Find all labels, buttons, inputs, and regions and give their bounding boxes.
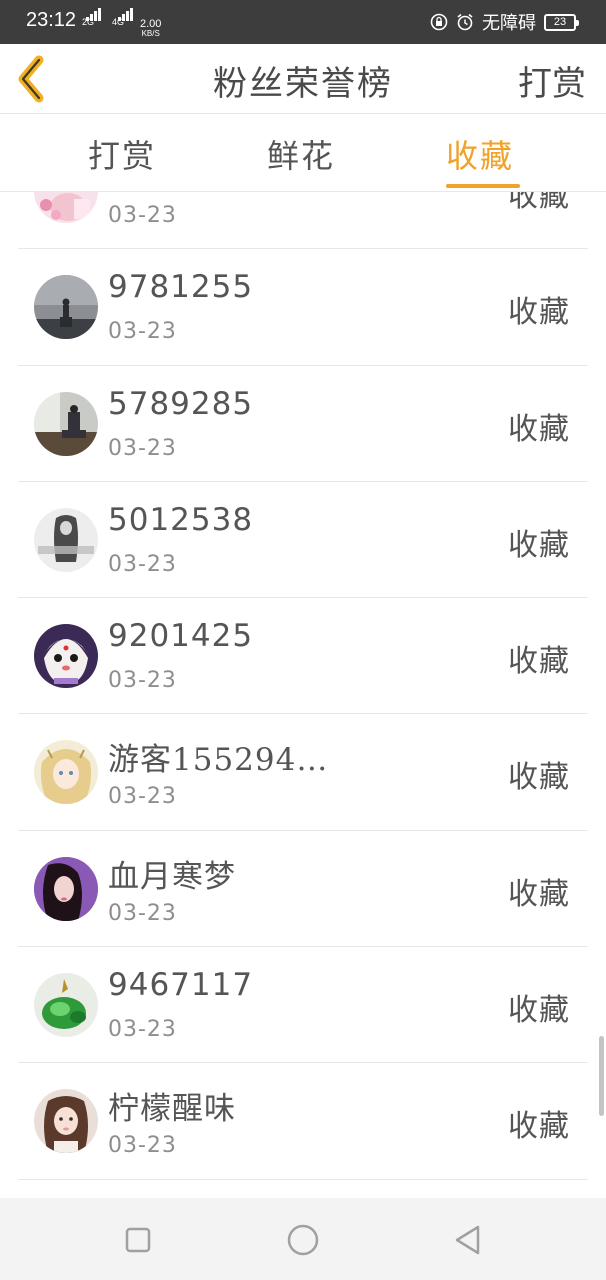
fan-action-label: 收藏 xyxy=(508,876,570,912)
fan-date: 03-23 xyxy=(108,900,177,926)
fan-name: 5789285 xyxy=(108,385,254,422)
fan-action-label: 收藏 xyxy=(508,411,570,447)
speed-value: 2.00 xyxy=(140,18,162,30)
fan-list[interactable]: 03-23 收藏 9781255 03-23 收藏 5789285 03-23 … xyxy=(0,192,606,1198)
status-right-group: 无障碍 23 xyxy=(430,9,579,35)
back-nav-button[interactable] xyxy=(448,1220,488,1260)
avatar xyxy=(34,624,98,689)
accessibility-label: 无障碍 xyxy=(482,13,536,34)
list-item[interactable]: 游客155294… 03-23 收藏 xyxy=(18,714,588,831)
fan-action-label: 收藏 xyxy=(508,644,570,680)
fan-action-label: 收藏 xyxy=(508,1109,570,1145)
tab-favorites[interactable]: 收藏 xyxy=(446,131,514,177)
status-bar: 23:12 2G 4G 2.00 KB/S 无障碍 23 xyxy=(0,0,606,44)
fan-action-label: 收藏 xyxy=(508,993,570,1029)
reward-button[interactable]: 打赏 xyxy=(518,56,586,105)
active-tab-indicator xyxy=(446,184,520,188)
list-item[interactable]: 5012538 03-23 收藏 xyxy=(18,482,588,599)
fan-action-label: 收藏 xyxy=(508,192,570,214)
page-title: 粉丝荣誉榜 xyxy=(213,64,393,104)
network-speed: 2.00 KB/S xyxy=(140,19,161,39)
list-item[interactable]: 9201425 03-23 收藏 xyxy=(18,598,588,715)
battery-icon: 23 xyxy=(544,13,579,31)
list-item[interactable]: 9781255 03-23 收藏 xyxy=(18,249,588,366)
header-bar: 粉丝荣誉榜 打赏 xyxy=(0,44,606,114)
triangle-back-icon xyxy=(455,1225,480,1255)
list-item[interactable]: 9467117 03-23 收藏 xyxy=(18,947,588,1064)
fan-name: 9781255 xyxy=(108,269,254,306)
lock-rotation-icon xyxy=(430,13,448,31)
list-item[interactable]: 柠檬醒味 03-23 收藏 xyxy=(18,1063,588,1180)
fan-action-label: 收藏 xyxy=(508,295,570,331)
circle-icon xyxy=(287,1224,319,1256)
fan-date: 03-23 xyxy=(108,435,177,461)
avatar xyxy=(34,275,98,340)
fan-name: 9201425 xyxy=(108,618,254,655)
fan-date: 03-23 xyxy=(108,668,177,694)
fan-name: 5012538 xyxy=(108,501,254,538)
status-time: 23:12 xyxy=(26,9,77,31)
speed-unit: KB/S xyxy=(141,29,160,38)
app-root: 23:12 2G 4G 2.00 KB/S 无障碍 23 粉丝荣誉榜 打赏 打赏… xyxy=(0,0,606,1280)
avatar xyxy=(34,856,98,921)
list-item[interactable]: 03-23 收藏 xyxy=(18,192,588,250)
fan-name: 血月寒梦 xyxy=(108,858,236,895)
avatar xyxy=(34,740,98,805)
fan-date: 03-23 xyxy=(108,203,177,228)
tab-bar: 打赏 鲜花 收藏 xyxy=(0,114,606,192)
scrollbar[interactable] xyxy=(599,1036,604,1116)
avatar xyxy=(34,1089,98,1154)
tab-reward[interactable]: 打赏 xyxy=(88,131,156,177)
fan-date: 03-23 xyxy=(108,1133,177,1159)
list-item[interactable]: 血月寒梦 03-23 收藏 xyxy=(18,831,588,948)
system-nav-bar xyxy=(0,1198,606,1280)
fan-action-label: 收藏 xyxy=(508,527,570,563)
fan-date: 03-23 xyxy=(108,1017,177,1043)
avatar xyxy=(34,192,98,223)
fan-date: 03-23 xyxy=(108,319,177,345)
avatar xyxy=(34,391,98,456)
recents-button[interactable] xyxy=(118,1220,158,1260)
fan-name: 游客155294… xyxy=(108,742,329,779)
fan-action-label: 收藏 xyxy=(508,760,570,796)
avatar xyxy=(34,973,98,1038)
fan-name: 柠檬醒味 xyxy=(108,1091,236,1128)
home-button[interactable] xyxy=(283,1220,323,1260)
alarm-clock-icon xyxy=(457,13,473,31)
fan-date: 03-23 xyxy=(108,784,177,810)
avatar xyxy=(34,507,98,572)
fan-date: 03-23 xyxy=(108,551,177,577)
fan-name: 9467117 xyxy=(108,967,254,1004)
list-item[interactable]: 5789285 03-23 收藏 xyxy=(18,366,588,482)
square-icon xyxy=(125,1227,151,1253)
tab-flowers[interactable]: 鲜花 xyxy=(267,131,335,177)
